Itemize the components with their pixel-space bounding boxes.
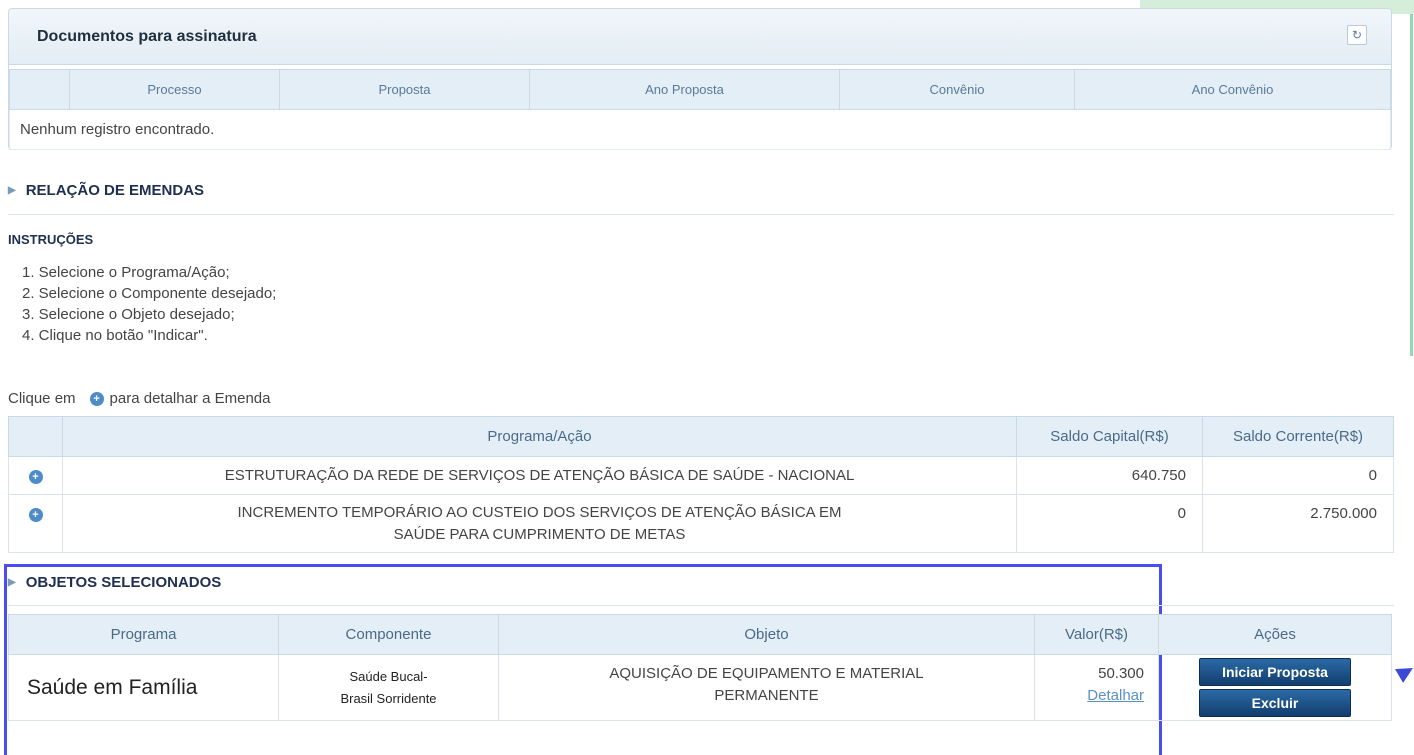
column-header-saldo-capital[interactable]: Saldo Capital(R$)	[1016, 416, 1203, 457]
column-header-componente[interactable]: Componente	[278, 614, 499, 655]
plus-circle-icon[interactable]: +	[28, 508, 43, 522]
row-expand-cell[interactable]: +	[8, 494, 63, 553]
column-header-ano-convenio[interactable]: Ano Convênio	[1074, 69, 1391, 110]
valor-amount: 50.300	[1098, 665, 1144, 682]
objeto-cell: AQUISIÇÃO DE EQUIPAMENTO E MATERIAL PERM…	[498, 654, 1035, 721]
divider	[8, 605, 1394, 606]
plus-circle-icon: +	[89, 391, 104, 406]
divider	[8, 214, 1394, 215]
column-header-ano-proposta[interactable]: Ano Proposta	[529, 69, 840, 110]
emendas-table: Programa/Ação Saldo Capital(R$) Saldo Co…	[8, 416, 1394, 553]
saldo-capital-cell: 0	[1016, 494, 1203, 553]
table-row: Nenhum registro encontrado.	[9, 109, 1391, 150]
list-item: 4. Clique no botão "Indicar".	[22, 327, 208, 344]
instructions-list: 1. Selecione o Programa/Ação; 2. Selecio…	[22, 262, 276, 346]
collapse-icon[interactable]: ↻	[1347, 25, 1367, 45]
hint-text-after: para detalhar a Emenda	[109, 390, 271, 407]
column-header-convenio[interactable]: Convênio	[839, 69, 1075, 110]
column-header-valor[interactable]: Valor(R$)	[1034, 614, 1159, 655]
emendas-table-header: Programa/Ação Saldo Capital(R$) Saldo Co…	[8, 416, 1394, 457]
acoes-cell: Iniciar Proposta Excluir	[1158, 654, 1392, 721]
table-row: + ESTRUTURAÇÃO DA REDE DE SERVIÇOS DE AT…	[8, 456, 1394, 495]
expand-arrow-icon: ▶	[8, 185, 16, 196]
table-row: + INCREMENTO TEMPORÁRIO AO CUSTEIO DOS S…	[8, 494, 1394, 553]
documents-panel-header: Documentos para assinatura ↻	[9, 9, 1391, 65]
section-header-emendas[interactable]: ▶ RELAÇÃO DE EMENDAS	[8, 182, 204, 199]
documents-table: Processo Proposta Ano Proposta Convênio …	[9, 69, 1391, 150]
section-header-objetos[interactable]: ▶ OBJETOS SELECIONADOS	[8, 574, 221, 591]
decorative-rule	[1410, 14, 1413, 356]
column-header-proposta[interactable]: Proposta	[279, 69, 530, 110]
saldo-corrente-cell: 0	[1202, 456, 1394, 495]
objetos-table-header: Programa Componente Objeto Valor(R$) Açõ…	[8, 614, 1392, 655]
row-expand-cell[interactable]: +	[8, 456, 63, 495]
empty-message: Nenhum registro encontrado.	[9, 109, 1391, 150]
instructions-title: INSTRUÇÕES	[8, 232, 94, 247]
objetos-table: Programa Componente Objeto Valor(R$) Açõ…	[8, 614, 1392, 721]
list-item: 3. Selecione o Objeto desejado;	[22, 306, 235, 323]
documents-panel-title: Documentos para assinatura	[37, 27, 257, 45]
pointer-arrow-icon	[1395, 661, 1414, 683]
column-header-saldo-corrente[interactable]: Saldo Corrente(R$)	[1202, 416, 1394, 457]
programa-acao-cell: ESTRUTURAÇÃO DA REDE DE SERVIÇOS DE ATEN…	[62, 456, 1017, 495]
column-header-programa[interactable]: Programa	[8, 614, 279, 655]
detail-hint: Clique em + para detalhar a Emenda	[8, 390, 270, 407]
list-item: 1. Selecione o Programa/Ação;	[22, 264, 230, 281]
column-header-programa-acao[interactable]: Programa/Ação	[62, 416, 1017, 457]
excluir-button[interactable]: Excluir	[1199, 689, 1351, 717]
programa-acao-cell: INCREMENTO TEMPORÁRIO AO CUSTEIO DOS SER…	[62, 494, 1017, 553]
expand-column-header	[8, 416, 63, 457]
section-title: RELAÇÃO DE EMENDAS	[25, 182, 205, 199]
column-header-objeto[interactable]: Objeto	[498, 614, 1035, 655]
programa-cell: Saúde em Família	[8, 654, 279, 721]
column-header-acoes: Ações	[1158, 614, 1392, 655]
detalhar-link[interactable]: Detalhar	[1035, 685, 1144, 707]
componente-cell: Saúde Bucal-Brasil Sorridente	[278, 654, 499, 721]
valor-cell: 50.300 Detalhar	[1034, 654, 1159, 721]
section-title: OBJETOS SELECIONADOS	[25, 574, 222, 591]
column-header-processo[interactable]: Processo	[69, 69, 280, 110]
saldo-capital-cell: 640.750	[1016, 456, 1203, 495]
table-row: Saúde em Família Saúde Bucal-Brasil Sorr…	[8, 654, 1392, 721]
documents-table-header: Processo Proposta Ano Proposta Convênio …	[9, 69, 1391, 110]
plus-circle-icon[interactable]: +	[28, 470, 43, 484]
documents-panel: Documentos para assinatura ↻ Processo Pr…	[8, 8, 1392, 150]
list-item: 2. Selecione o Componente desejado;	[22, 285, 277, 302]
select-column-header	[9, 69, 70, 110]
expand-arrow-icon: ▶	[8, 577, 16, 588]
iniciar-proposta-button[interactable]: Iniciar Proposta	[1199, 658, 1351, 686]
saldo-corrente-cell: 2.750.000	[1202, 494, 1394, 553]
hint-text-before: Clique em	[8, 390, 76, 407]
